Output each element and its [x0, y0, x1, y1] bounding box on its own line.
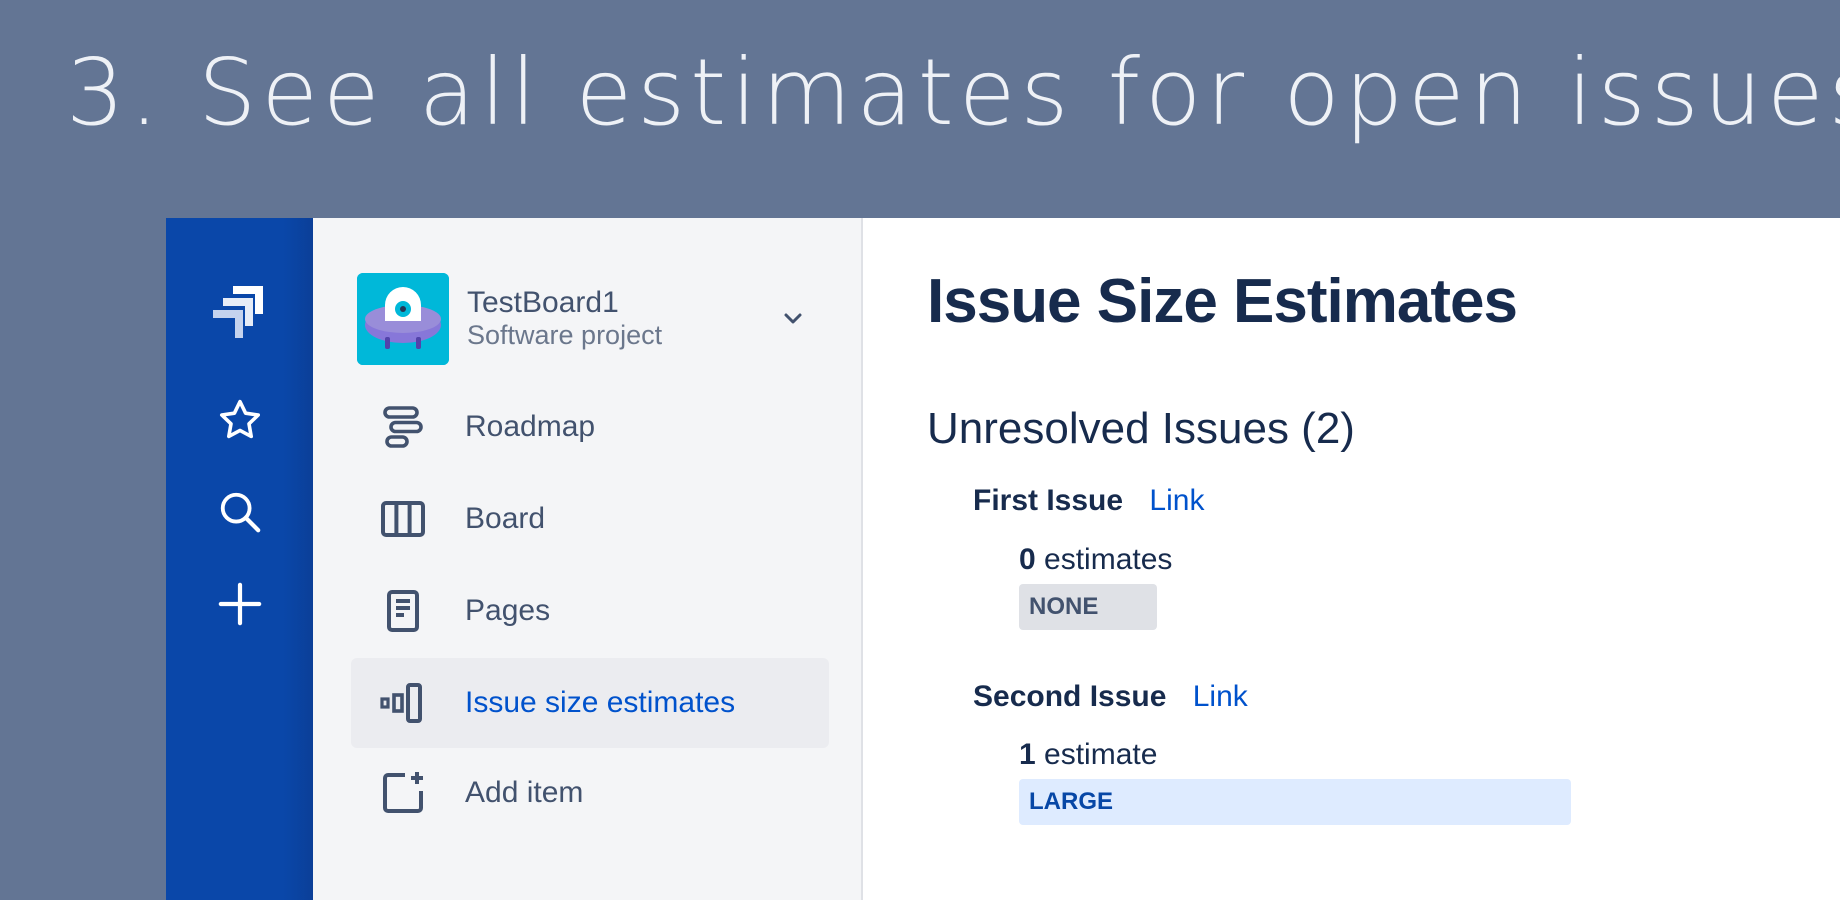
global-navigation	[166, 218, 313, 900]
sidebar-item-add-item[interactable]: Add item	[351, 748, 829, 838]
issue-name: Second Issue	[973, 680, 1167, 713]
size-lozenge: NONE	[1019, 584, 1157, 630]
project-type: Software project	[467, 319, 663, 350]
project-name[interactable]: TestBoard1	[467, 286, 775, 319]
plus-icon[interactable]	[212, 576, 268, 632]
issue-row: First Issue Link	[973, 484, 1204, 518]
estimate-count-value: 1	[1019, 738, 1036, 771]
sidebar-item-roadmap[interactable]: Roadmap	[351, 382, 829, 472]
sidebar-item-pages[interactable]: Pages	[351, 566, 829, 656]
estimate-count-label: estimate	[1044, 738, 1158, 771]
sidebar-item-board[interactable]: Board	[351, 474, 829, 564]
project-header: TestBoard1 Software project	[357, 273, 817, 365]
pages-icon	[375, 583, 431, 639]
issue-row: Second Issue Link	[973, 680, 1248, 714]
sidebar-item-label: Board	[465, 502, 546, 535]
sidebar-item-label: Roadmap	[465, 410, 596, 443]
sidebar-item-label: Issue size estimates	[465, 686, 736, 719]
estimate-count-label: estimates	[1044, 543, 1173, 576]
issue-link[interactable]: Link	[1149, 484, 1204, 517]
board-icon	[375, 491, 431, 547]
chevron-down-icon[interactable]	[775, 301, 811, 337]
issue-name: First Issue	[973, 484, 1124, 517]
main-content: Issue Size Estimates Unresolved Issues (…	[863, 218, 1840, 900]
estimates-icon	[375, 675, 431, 731]
sidebar-item-label: Add item	[465, 776, 584, 809]
section-title: Unresolved Issues (2)	[927, 404, 1355, 453]
search-icon[interactable]	[212, 484, 268, 540]
estimate-count-value: 0	[1019, 543, 1036, 576]
jira-logo-icon[interactable]	[212, 284, 268, 340]
roadmap-icon	[375, 399, 431, 455]
sidebar-item-issue-size-estimates[interactable]: Issue size estimates	[351, 658, 829, 748]
banner-title: 3. See all estimates for open issues	[66, 39, 1840, 146]
estimate-count: 1 estimate	[1019, 738, 1157, 772]
jira-app-window: TestBoard1 Software project Roadmap Boar…	[166, 218, 1840, 900]
estimate-count: 0 estimates	[1019, 543, 1172, 577]
project-sidebar: TestBoard1 Software project Roadmap Boar…	[313, 218, 863, 900]
project-avatar[interactable]	[357, 273, 449, 365]
sidebar-item-label: Pages	[465, 594, 551, 627]
issue-link[interactable]: Link	[1193, 680, 1248, 713]
size-lozenge: LARGE	[1019, 779, 1571, 825]
page-title: Issue Size Estimates	[927, 267, 1518, 336]
add-item-icon	[375, 765, 431, 821]
star-icon[interactable]	[212, 392, 268, 448]
